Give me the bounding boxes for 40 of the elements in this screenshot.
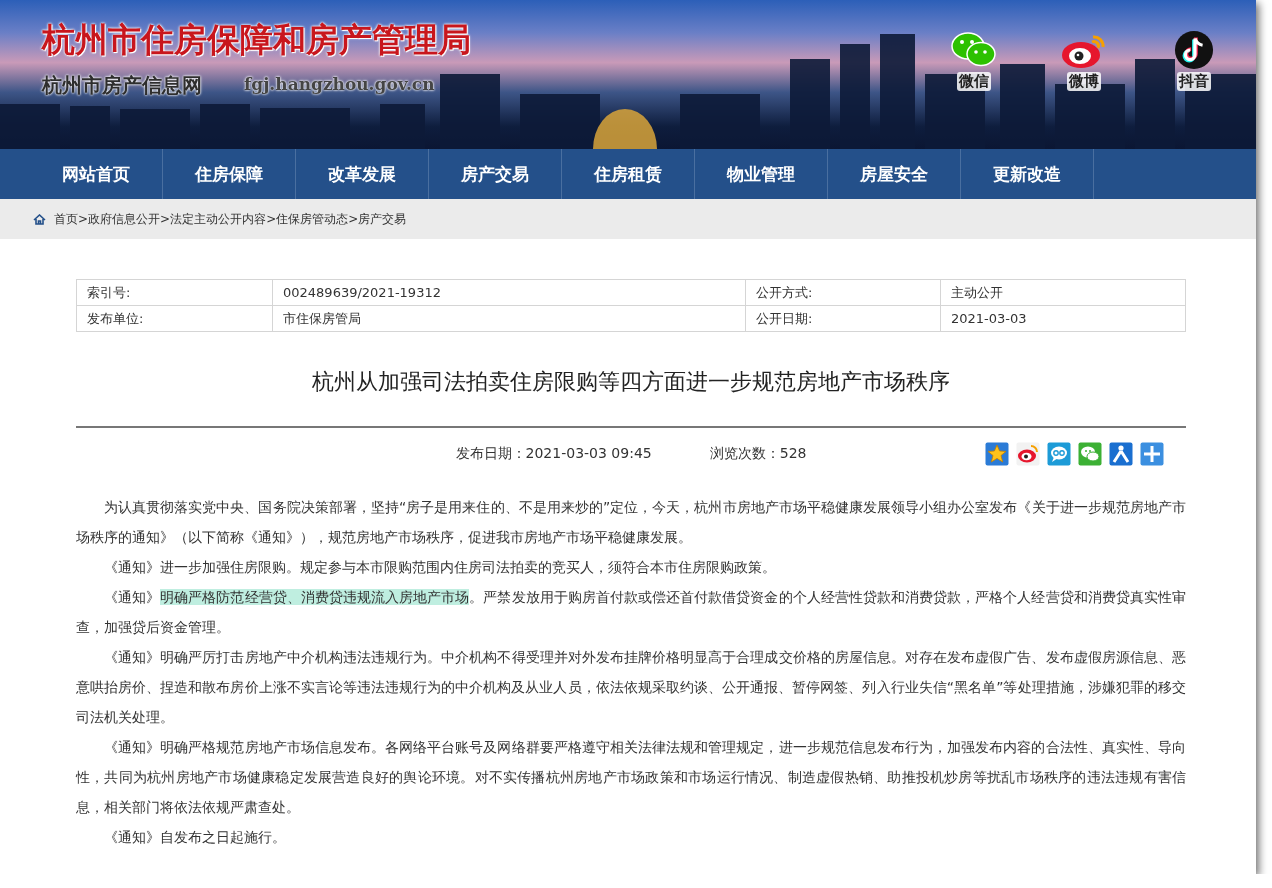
info-label: 公开方式: [745,279,941,306]
social-link[interactable]: 微博 [1067,72,1101,91]
info-value: 主动公开 [940,279,1186,306]
info-label: 索引号: [76,279,273,306]
site-title: 杭州市住房保障和房产管理局 [42,19,471,61]
breadcrumb-separator: > [266,212,277,226]
breadcrumb-link[interactable]: 住保房管动态 [276,210,349,228]
plus-icon[interactable] [1140,442,1164,466]
social-link[interactable]: 微信 [957,72,991,91]
speech-bubble-icon[interactable] [1047,442,1071,466]
view-count: 浏览次数：528 [709,445,807,463]
article-paragraph: 为认真贯彻落实党中央、国务院决策部署，坚持“房子是用来住的、不是用来炒的”定位，今天，杭州市房地产市场平稳健康发展领导小组办公室发布《关于进一步规范房地产市场秩序的通知》（以下简称《通知》），规范房地产市场秩序，促进我市房地产市场平稳健康发展。 [76,498,1186,547]
breadcrumb-separator: > [78,212,89,226]
article-paragraph: 《通知》明确严格防范经营贷、消费贷违规流入房地产市场。严禁发放用于购房首付款或偿还首付款借贷资金的个人经营性贷款和消费贷款，严格个人经营贷和消费贷真实性审查，加强贷后资金管理。 [76,588,1186,637]
chat-bubbles-icon[interactable] [1078,442,1102,466]
site-subtitle: 杭州市房产信息网 [42,72,202,99]
publish-date: 发布日期：2021-03-03 09:45 [455,445,652,463]
article-paragraph: 《通知》自发布之日起施行。 [103,828,287,847]
person-icon[interactable] [1109,442,1133,466]
breadcrumb-link[interactable]: 首页 [54,210,78,228]
article-paragraph: 《通知》明确严格规范房地产市场信息发布。各网络平台账号及网络群要严格遵守相关法律法规和管理规定，进一步规范信息发布行为，加强发布内容的合法性、真实性、导向性，共同为杭州房地产市场健康稳定发展营造良好的舆论环境。对不实传播杭州房地产市场政策和市场运行情况、制造虚假热销、助推投机炒房等扰乱市场秩序的违法违规有害信息，相关部门将依法依规严肃查处。 [76,738,1186,817]
info-label: 公开日期: [745,305,941,332]
breadcrumb-separator: > [160,212,171,226]
breadcrumb-link[interactable]: 房产交易 [358,210,407,228]
article-paragraph: 《通知》明确严厉打击房地产中介机构违法违规行为。中介机构不得受理并对外发布挂牌价格明显高于合理成交价格的房屋信息。对存在发布虚假广告、发布虚假房源信息、恶意哄抬房价、捏造和散布房价上涨不实言论等违法违规行为的中介机构及从业人员，依法依规采取约谈、公开通报、暂停网签、列入行业失信“黑名单”等处理措施，涉嫌犯罪的移交司法机关处理。 [76,648,1186,727]
music-note-icon [1173,30,1215,70]
article-paragraph: 《通知》进一步加强住房限购。规定参与本市限购范围内住房司法拍卖的竞买人，须符合本市住房限购政策。 [103,558,777,577]
home-icon [33,213,46,225]
eye-icon[interactable] [1016,442,1040,466]
info-value: 002489639/2021-19312 [272,279,746,306]
site-domain: fgj.hangzhou.gov.cn [244,74,435,94]
article-title: 杭州从加强司法拍卖住房限购等四方面进一步规范房地产市场秩序 [76,366,1186,428]
breadcrumb-separator: > [348,212,359,226]
social-link[interactable]: 抖音 [1177,72,1211,91]
star-icon[interactable] [985,442,1009,466]
breadcrumb-link[interactable]: 政府信息公开 [88,210,161,228]
breadcrumb-link[interactable]: 法定主动公开内容 [170,210,267,228]
info-value: 市住保房管局 [272,305,746,332]
info-value: 2021-03-03 [940,305,1186,332]
info-label: 发布单位: [76,305,273,332]
